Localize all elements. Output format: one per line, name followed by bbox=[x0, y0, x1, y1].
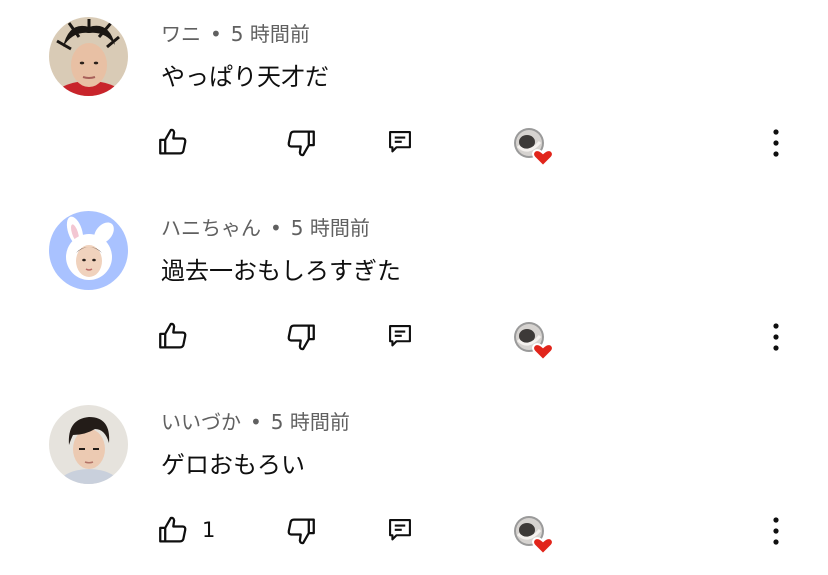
dislike-button[interactable] bbox=[284, 320, 318, 354]
comment-item: いいづか • 5 時間前 ゲロおもろい 1 bbox=[0, 388, 828, 575]
author-avatar[interactable] bbox=[49, 17, 128, 96]
thumb-down-icon bbox=[287, 324, 315, 351]
more-actions-button[interactable] bbox=[764, 320, 788, 354]
comment-meta: いいづか • 5 時間前 bbox=[161, 408, 350, 436]
more-vertical-icon bbox=[773, 129, 779, 157]
creator-heart-icon bbox=[514, 322, 554, 362]
comment-author[interactable]: いいづか bbox=[161, 410, 241, 434]
like-button[interactable] bbox=[156, 120, 202, 164]
comment-actions: 1 bbox=[0, 508, 828, 556]
comment-actions bbox=[0, 314, 828, 362]
comment-author[interactable]: ワニ bbox=[161, 22, 201, 46]
more-actions-button[interactable] bbox=[764, 126, 788, 160]
comment-time[interactable]: 5 時間前 bbox=[271, 410, 350, 434]
author-avatar[interactable] bbox=[49, 405, 128, 484]
comment-actions bbox=[0, 120, 828, 168]
thumb-up-icon bbox=[159, 322, 187, 349]
comment-text: やっぱり天才だ bbox=[161, 63, 329, 91]
reply-icon bbox=[389, 325, 411, 347]
comment-text: ゲロおもろい bbox=[161, 451, 305, 479]
meta-separator: • bbox=[270, 216, 282, 240]
comment-meta: ハニちゃん • 5 時間前 bbox=[161, 214, 370, 242]
comment-time[interactable]: 5 時間前 bbox=[291, 216, 370, 240]
reply-button[interactable] bbox=[386, 128, 414, 156]
creator-heart-badge[interactable] bbox=[512, 514, 554, 556]
reply-button[interactable] bbox=[386, 516, 414, 544]
comment-item: ワニ • 5 時間前 やっぱり天才だ bbox=[0, 0, 828, 194]
meta-separator: • bbox=[250, 410, 262, 434]
creator-heart-icon bbox=[514, 516, 554, 556]
like-button[interactable] bbox=[156, 314, 202, 358]
like-button[interactable]: 1 bbox=[156, 508, 215, 552]
meta-separator: • bbox=[210, 22, 222, 46]
more-vertical-icon bbox=[773, 323, 779, 351]
more-actions-button[interactable] bbox=[764, 514, 788, 548]
avatar-bunny-hood-icon bbox=[49, 211, 128, 290]
author-avatar[interactable] bbox=[49, 211, 128, 290]
creator-heart-icon bbox=[514, 128, 554, 168]
comment-time[interactable]: 5 時間前 bbox=[231, 22, 310, 46]
thumb-up-icon bbox=[159, 516, 187, 543]
dislike-button[interactable] bbox=[284, 126, 318, 160]
comment-text: 過去一おもしろすぎた bbox=[161, 257, 401, 285]
like-count: 1 bbox=[202, 518, 216, 542]
avatar-woman-messy-hair-icon bbox=[49, 17, 128, 96]
comment-meta: ワニ • 5 時間前 bbox=[161, 20, 310, 48]
comment-list: ワニ • 5 時間前 やっぱり天才だ ハニちゃん • 5 時間前 過去一おもしろ… bbox=[0, 0, 828, 575]
creator-heart-badge[interactable] bbox=[512, 126, 554, 168]
reply-button[interactable] bbox=[386, 322, 414, 350]
reply-icon bbox=[389, 131, 411, 153]
avatar-young-man-icon bbox=[49, 405, 128, 484]
thumb-down-icon bbox=[287, 518, 315, 545]
reply-icon bbox=[389, 519, 411, 541]
more-vertical-icon bbox=[773, 517, 779, 545]
thumb-up-icon bbox=[159, 128, 187, 155]
dislike-button[interactable] bbox=[284, 514, 318, 548]
thumb-down-icon bbox=[287, 130, 315, 157]
comment-item: ハニちゃん • 5 時間前 過去一おもしろすぎた bbox=[0, 194, 828, 388]
creator-heart-badge[interactable] bbox=[512, 320, 554, 362]
comment-author[interactable]: ハニちゃん bbox=[161, 216, 261, 240]
